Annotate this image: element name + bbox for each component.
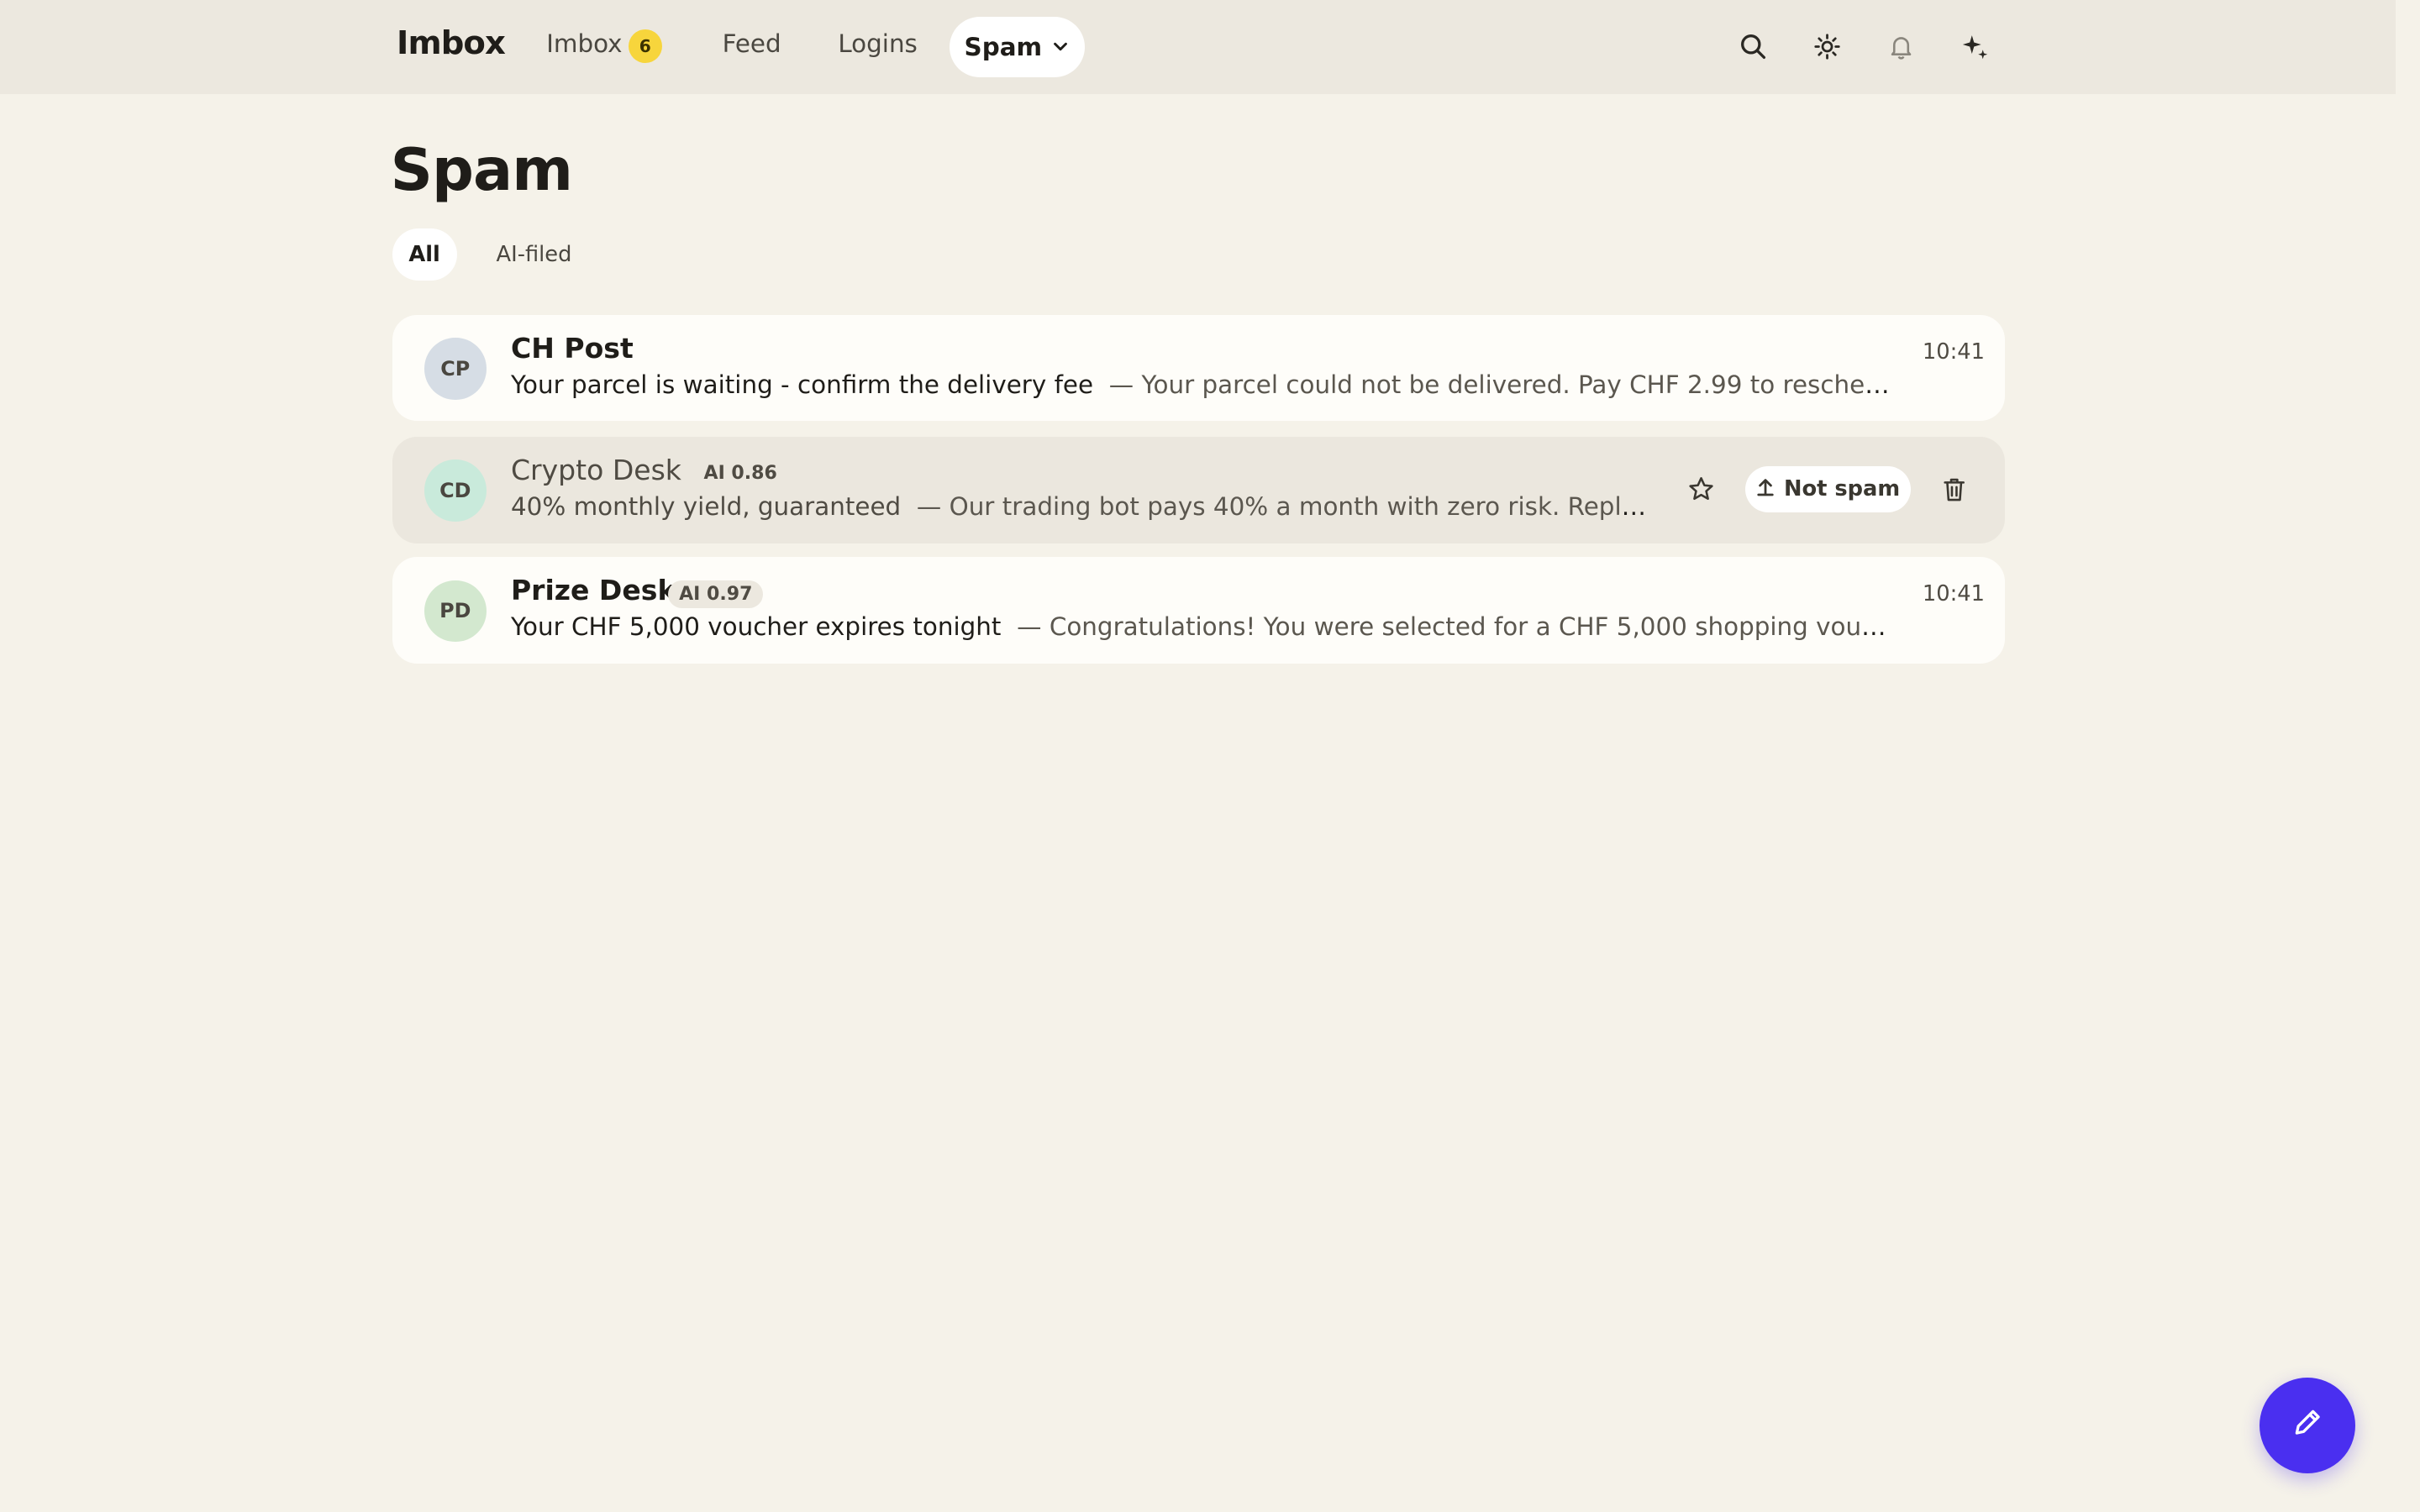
page-title: Spam (390, 135, 573, 204)
sun-icon[interactable] (1810, 29, 1844, 63)
message-snippet: — Your parcel could not be delivered. Pa… (1108, 370, 1900, 399)
chevron-down-icon (1051, 33, 1070, 61)
avatar: CD (424, 459, 487, 522)
compose-button[interactable] (2259, 1378, 2355, 1474)
filter-ai-filed[interactable]: AI-filed (481, 228, 587, 281)
pencil-icon (2291, 1405, 2324, 1445)
message-sender: Crypto Desk (510, 453, 681, 486)
ai-score-badge: AI 0.86 (703, 463, 777, 485)
not-spam-label: Not spam (1783, 476, 1901, 502)
message-row[interactable]: CD Crypto Desk AI 0.86 40% monthly yield… (392, 436, 2005, 543)
nav-spam-label: Spam (964, 33, 1043, 62)
message-subject: Your parcel is waiting - confirm the del… (510, 370, 1094, 399)
message-time: 10:41 (1922, 581, 1985, 607)
nav-spam-dropdown[interactable]: Spam (949, 17, 1086, 77)
nav-logins[interactable]: Logins (838, 29, 918, 58)
message-preview: Your parcel is waiting - confirm the del… (511, 370, 1900, 399)
star-icon[interactable] (1682, 466, 1719, 512)
message-preview: 40% monthly yield, guaranteed — Our trad… (511, 492, 1653, 521)
avatar: PD (424, 580, 487, 643)
message-sender: CH Post (510, 331, 634, 365)
message-row[interactable]: CP CH Post Your parcel is waiting - conf… (392, 314, 2005, 422)
search-icon[interactable] (1736, 29, 1770, 63)
nav-feed[interactable]: Feed (723, 29, 781, 58)
message-snippet: — Congratulations! You were selected for… (1017, 612, 1892, 642)
message-sender: Prize Desk (510, 574, 676, 607)
sparkle-icon[interactable] (1959, 29, 1992, 63)
trash-icon[interactable] (1935, 466, 1972, 512)
message-preview: Your CHF 5,000 voucher expires tonight —… (511, 612, 1892, 641)
message-subject: Your CHF 5,000 voucher expires tonight (510, 612, 1002, 642)
not-spam-button[interactable]: Not spam (1745, 465, 1911, 512)
brand-logo[interactable]: Imbox (397, 24, 506, 62)
upload-arrow-icon (1756, 476, 1775, 502)
avatar: CP (424, 338, 487, 400)
nav-imbox[interactable]: Imbox (546, 29, 622, 58)
bell-icon[interactable] (1885, 29, 1918, 63)
imbox-unread-badge: 6 (628, 29, 662, 64)
filter-all[interactable]: All (392, 228, 457, 281)
top-bar: Imbox Imbox 6 Feed Logins Spam (0, 0, 2396, 95)
ai-score-badge: AI 0.97 (668, 580, 764, 608)
message-time: 10:41 (1922, 339, 1985, 365)
message-subject: 40% monthly yield, guaranteed (510, 491, 902, 521)
message-snippet: — Our trading bot pays 40% a month with … (916, 491, 1654, 521)
message-row[interactable]: PD Prize Desk AI 0.97 Your CHF 5,000 vou… (392, 557, 2005, 664)
